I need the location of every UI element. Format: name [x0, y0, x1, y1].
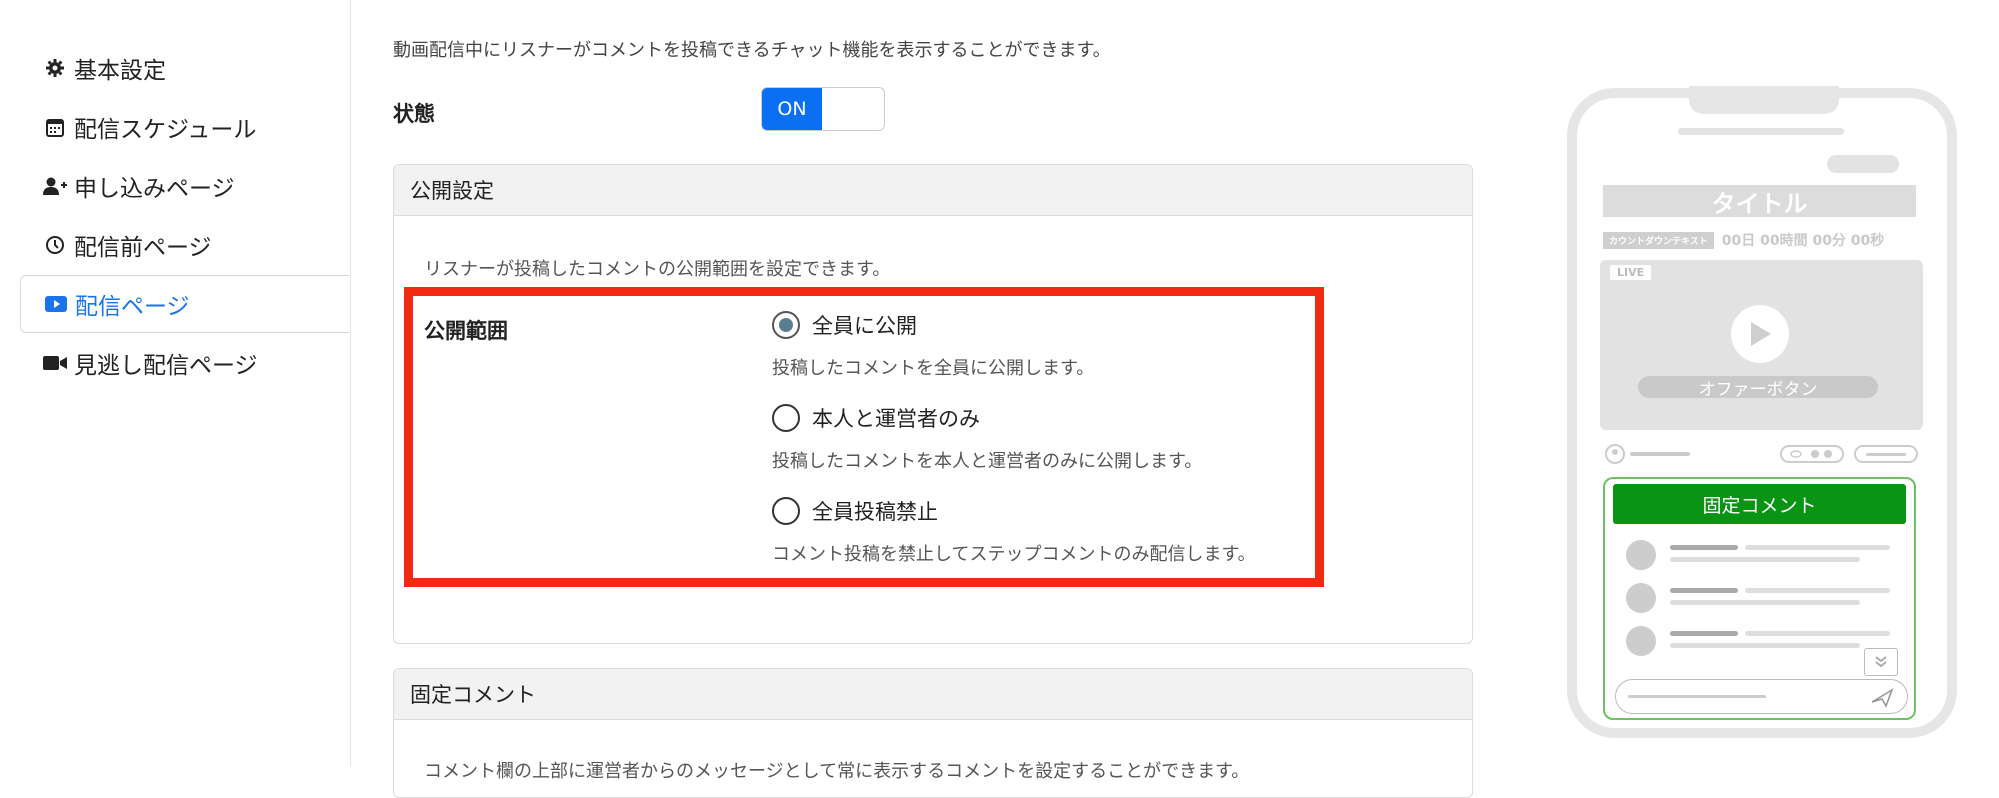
sidebar-item-label: 配信スケジュール — [74, 117, 257, 143]
toggle-on-label: ON — [762, 88, 822, 130]
preview-meta-row — [1603, 443, 1923, 464]
preview-offer-button: オファーボタン — [1638, 376, 1878, 400]
sidebar-item-basic-settings[interactable]: 基本設定 — [20, 39, 350, 97]
sidebar-item-label: 基本設定 — [74, 58, 166, 84]
preview-countdown: カウントダウンテキスト 00日 00時間 00分 00秒 — [1603, 229, 1923, 251]
preview-title: タイトル — [1603, 185, 1916, 218]
user-plus-icon — [42, 176, 68, 196]
clock-icon — [42, 235, 68, 255]
sidebar-item-schedule[interactable]: 配信スケジュール — [20, 98, 350, 156]
sidebar-item-pre-broadcast[interactable]: 配信前ページ — [20, 216, 350, 274]
comment-line — [1670, 557, 1860, 562]
state-label: 状態 — [393, 102, 435, 126]
sidebar-item-label: 配信前ページ — [74, 235, 212, 261]
comment-line — [1670, 643, 1860, 648]
public-settings-header: 公開設定 — [394, 165, 1472, 216]
scroll-down-icon — [1864, 648, 1898, 676]
sidebar-item-broadcast[interactable]: 配信ページ — [20, 275, 350, 333]
countdown-text: 00日 00時間 00分 00秒 — [1721, 233, 1885, 249]
phone-notch — [1689, 86, 1839, 114]
fixed-comment-description: コメント欄の上部に運営者からのメッセージとして常に表示するコメントを設定すること… — [424, 761, 1250, 782]
sidebar-item-label: 見逃し配信ページ — [74, 353, 258, 379]
sidebar: 基本設定 配信スケジュール 申し込みページ 配信前ページ 配信ページ 見逃し配信… — [0, 0, 351, 766]
sidebar-item-label: 配信ページ — [75, 294, 190, 320]
play-icon — [1731, 305, 1789, 363]
comment-line — [1670, 545, 1738, 550]
sidebar-item-archive[interactable]: 見逃し配信ページ — [20, 334, 350, 392]
calendar-icon — [42, 117, 68, 137]
highlight-box — [404, 287, 1324, 587]
comment-line — [1670, 588, 1738, 593]
comment-line — [1670, 600, 1860, 605]
sidebar-item-registration[interactable]: 申し込みページ — [20, 157, 350, 215]
comment-avatar — [1626, 583, 1656, 613]
comment-line — [1745, 545, 1890, 550]
state-toggle[interactable]: ON — [761, 87, 885, 131]
comment-avatar — [1626, 540, 1656, 570]
live-badge: LIVE — [1610, 265, 1652, 280]
preview-fixed-comment-button: 固定コメント — [1613, 484, 1906, 524]
chat-description: 動画配信中にリスナーがコメントを投稿できるチャット機能を表示することができます。 — [393, 40, 1111, 61]
comment-line — [1745, 588, 1890, 593]
video-camera-icon — [42, 355, 68, 371]
public-settings-description: リスナーが投稿したコメントの公開範囲を設定できます。 — [424, 259, 891, 280]
comment-avatar — [1626, 626, 1656, 656]
comment-line — [1745, 631, 1890, 636]
comment-line — [1670, 631, 1738, 636]
placeholder-pill — [1827, 155, 1899, 173]
sidebar-item-label: 申し込みページ — [74, 176, 235, 202]
play-video-icon — [43, 296, 69, 312]
countdown-badge: カウントダウンテキスト — [1603, 231, 1714, 249]
fixed-comment-card: 固定コメント コメント欄の上部に運営者からのメッセージとして常に表示するコメント… — [393, 668, 1473, 798]
preview-comment-input — [1615, 679, 1908, 714]
placeholder-bar — [1678, 128, 1844, 135]
fixed-comment-header: 固定コメント — [394, 669, 1472, 720]
gear-icon — [42, 58, 68, 78]
